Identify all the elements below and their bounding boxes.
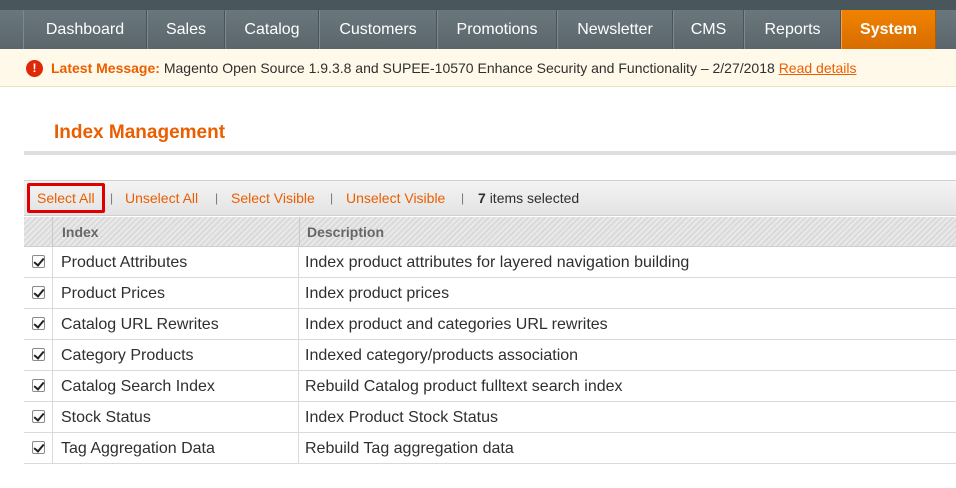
row-checkbox[interactable] bbox=[32, 286, 45, 299]
index-description: Index product prices bbox=[305, 285, 450, 302]
index-description: Index Product Stock Status bbox=[305, 409, 498, 426]
row-checkbox[interactable] bbox=[32, 379, 45, 392]
table-row[interactable]: Category Products Indexed category/produ… bbox=[24, 340, 956, 371]
main-nav: Dashboard Sales Catalog Customers Promot… bbox=[0, 10, 956, 49]
index-description: Rebuild Tag aggregation data bbox=[305, 440, 514, 457]
index-description: Index product and categories URL rewrite… bbox=[305, 316, 608, 333]
row-checkbox-cell bbox=[24, 340, 53, 370]
index-cell: Product Prices bbox=[52, 278, 299, 308]
nav-item-newsletter[interactable]: Newsletter bbox=[557, 10, 673, 49]
description-cell: Index product prices bbox=[299, 278, 956, 308]
row-checkbox-cell bbox=[24, 278, 53, 308]
nav-item-reports[interactable]: Reports bbox=[744, 10, 841, 49]
unselect-all-link[interactable]: Unselect All bbox=[125, 190, 198, 206]
title-divider bbox=[24, 151, 956, 155]
index-cell: Tag Aggregation Data bbox=[52, 433, 299, 463]
index-description: Index product attributes for layered nav… bbox=[305, 254, 690, 271]
selected-count-number: 7 bbox=[478, 190, 486, 206]
separator: | bbox=[461, 191, 465, 205]
index-name: Category Products bbox=[61, 347, 194, 364]
nav-item-promotions[interactable]: Promotions bbox=[437, 10, 557, 49]
column-header-description[interactable]: Description bbox=[307, 224, 384, 240]
table-row[interactable]: Tag Aggregation Data Rebuild Tag aggrega… bbox=[24, 433, 956, 464]
grid-header: Index Description bbox=[24, 217, 956, 247]
row-checkbox-cell bbox=[24, 433, 53, 463]
column-divider bbox=[52, 217, 53, 247]
separator: | bbox=[330, 191, 334, 205]
index-name: Product Prices bbox=[61, 285, 166, 302]
row-checkbox-cell bbox=[24, 402, 53, 432]
select-all-link[interactable]: Select All bbox=[37, 190, 95, 206]
select-visible-link[interactable]: Select Visible bbox=[231, 190, 315, 206]
alert-icon: ! bbox=[26, 60, 43, 77]
index-description: Rebuild Catalog product fulltext search … bbox=[305, 378, 623, 395]
nav-item-sales[interactable]: Sales bbox=[147, 10, 225, 49]
description-cell: Indexed category/products association bbox=[299, 340, 956, 370]
table-row[interactable]: Catalog URL Rewrites Index product and c… bbox=[24, 309, 956, 340]
index-description: Indexed category/products association bbox=[305, 347, 579, 364]
index-cell: Stock Status bbox=[52, 402, 299, 432]
description-cell: Rebuild Tag aggregation data bbox=[299, 433, 956, 463]
row-checkbox-cell bbox=[24, 371, 53, 401]
description-cell: Index Product Stock Status bbox=[299, 402, 956, 432]
nav-item-system[interactable]: System bbox=[841, 10, 936, 49]
selected-count: 7 items selected bbox=[478, 190, 579, 206]
top-strip bbox=[0, 0, 956, 10]
index-cell: Catalog URL Rewrites bbox=[52, 309, 299, 339]
index-name: Stock Status bbox=[61, 409, 151, 426]
table-row[interactable]: Catalog Search Index Rebuild Catalog pro… bbox=[24, 371, 956, 402]
description-cell: Index product attributes for layered nav… bbox=[299, 247, 956, 277]
table-row[interactable]: Product Prices Index product prices bbox=[24, 278, 956, 309]
message-label: Latest Message: bbox=[51, 60, 160, 76]
table-row[interactable]: Product Attributes Index product attribu… bbox=[24, 247, 956, 278]
row-checkbox[interactable] bbox=[32, 255, 45, 268]
column-divider bbox=[299, 217, 300, 247]
unselect-visible-link[interactable]: Unselect Visible bbox=[346, 190, 445, 206]
nav-item-customers[interactable]: Customers bbox=[319, 10, 437, 49]
nav-item-dashboard[interactable]: Dashboard bbox=[23, 10, 147, 49]
row-checkbox[interactable] bbox=[32, 348, 45, 361]
nav-item-cms[interactable]: CMS bbox=[673, 10, 744, 49]
index-cell: Product Attributes bbox=[52, 247, 299, 277]
row-checkbox[interactable] bbox=[32, 410, 45, 423]
nav-item-catalog[interactable]: Catalog bbox=[225, 10, 319, 49]
page-title: Index Management bbox=[54, 122, 226, 143]
index-name: Product Attributes bbox=[61, 254, 188, 271]
index-cell: Catalog Search Index bbox=[52, 371, 299, 401]
row-checkbox-cell bbox=[24, 309, 53, 339]
massaction-bar: Select All | Unselect All | Select Visib… bbox=[24, 180, 956, 216]
selected-count-label: items selected bbox=[489, 190, 580, 206]
column-header-index[interactable]: Index bbox=[62, 224, 99, 240]
read-details-link[interactable]: Read details bbox=[779, 60, 857, 76]
row-checkbox[interactable] bbox=[32, 317, 45, 330]
index-name: Catalog Search Index bbox=[61, 378, 215, 395]
description-cell: Index product and categories URL rewrite… bbox=[299, 309, 956, 339]
row-checkbox[interactable] bbox=[32, 441, 45, 454]
message-body: Magento Open Source 1.9.3.8 and SUPEE-10… bbox=[163, 60, 775, 76]
index-cell: Category Products bbox=[52, 340, 299, 370]
index-name: Tag Aggregation Data bbox=[61, 440, 215, 457]
table-row[interactable]: Stock Status Index Product Stock Status bbox=[24, 402, 956, 433]
message-text: Latest Message: Magento Open Source 1.9.… bbox=[51, 60, 857, 76]
description-cell: Rebuild Catalog product fulltext search … bbox=[299, 371, 956, 401]
separator: | bbox=[215, 191, 219, 205]
message-bar: ! Latest Message: Magento Open Source 1.… bbox=[0, 49, 956, 87]
separator: | bbox=[110, 191, 114, 205]
index-name: Catalog URL Rewrites bbox=[61, 316, 219, 333]
row-checkbox-cell bbox=[24, 247, 53, 277]
